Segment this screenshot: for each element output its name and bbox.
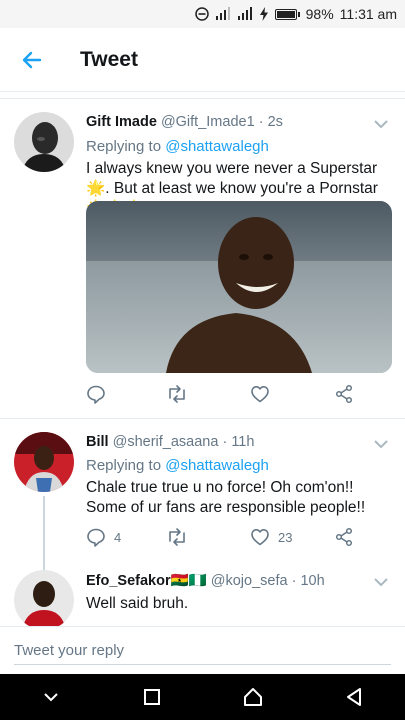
replying-to: Replying to @shattawalegh — [86, 138, 269, 155]
retweet-button[interactable] — [166, 384, 196, 404]
signal-3g-icon — [237, 7, 253, 21]
page-title: Tweet — [80, 47, 138, 71]
tweet-media-photo[interactable] — [86, 201, 392, 373]
arrow-left-icon — [22, 51, 42, 68]
tweet-actions — [86, 384, 366, 408]
like-count: 23 — [278, 529, 293, 545]
retweet-button[interactable] — [166, 527, 196, 547]
separator-dot: · — [222, 434, 228, 450]
battery-icon — [274, 8, 300, 20]
reply-icon — [87, 385, 105, 404]
battery-percent: 98% — [305, 6, 334, 22]
separator-dot: · — [258, 114, 264, 130]
nav-home-button[interactable] — [223, 674, 283, 720]
reply-button[interactable]: 4 — [86, 527, 121, 547]
tweet-actions: 4 23 — [86, 527, 366, 551]
avatar[interactable] — [14, 112, 74, 172]
nav-back-button[interactable] — [324, 674, 384, 720]
retweet-icon — [169, 385, 185, 403]
tweet-menu-button[interactable] — [371, 434, 391, 454]
avatar[interactable] — [14, 570, 74, 626]
share-button[interactable] — [334, 527, 354, 547]
share-icon — [335, 527, 353, 547]
recents-square-icon — [143, 689, 160, 705]
tweet-header: Bill @sherif_asaana · 11h — [86, 434, 254, 450]
tweet-header: Efo_Sefakor🇬🇭🇳🇬 @kojo_sefa · 10h — [86, 572, 325, 589]
replying-to: Replying to @shattawalegh — [86, 457, 269, 474]
tweet-gift-imade[interactable]: Gift Imade @Gift_Imade1 · 2s Replying to… — [0, 106, 405, 406]
heart-icon — [251, 386, 269, 403]
tweet-efo-sefakor[interactable]: Efo_Sefakor🇬🇭🇳🇬 @kojo_sefa · 10h Well sa… — [0, 564, 405, 626]
chevron-down-icon — [374, 440, 388, 449]
reply-count: 4 — [114, 529, 122, 545]
tweet-text: Chale true true u no force! Oh com'on!! … — [86, 479, 366, 516]
reply-composer — [0, 626, 405, 674]
mention-link[interactable]: @shattawalegh — [165, 457, 269, 474]
share-button[interactable] — [334, 384, 354, 404]
replying-label: Replying to — [86, 457, 162, 474]
tweet-feed[interactable]: Gift Imade @Gift_Imade1 · 2s Replying to… — [0, 92, 405, 626]
app-header: Tweet — [0, 28, 405, 92]
tweet-header: Gift Imade @Gift_Imade1 · 2s — [86, 114, 283, 130]
reply-button[interactable] — [86, 384, 114, 404]
user-handle[interactable]: @Gift_Imade1 — [161, 114, 255, 130]
user-handle[interactable]: @sherif_asaana — [113, 434, 219, 450]
chevron-down-icon — [43, 693, 58, 702]
mention-link[interactable]: @shattawalegh — [165, 138, 269, 155]
display-name[interactable]: Gift Imade — [86, 114, 157, 130]
avatar[interactable] — [14, 432, 74, 492]
system-nav-bar — [0, 674, 405, 720]
tweet-bill[interactable]: Bill @sherif_asaana · 11h Replying to @s… — [0, 426, 405, 592]
nav-recents-button[interactable] — [122, 674, 182, 720]
nav-collapse-button[interactable] — [21, 674, 81, 720]
chevron-down-icon — [374, 120, 388, 129]
status-time: 11:31 am — [339, 6, 397, 22]
divider — [0, 418, 405, 419]
charging-bolt-icon — [259, 7, 269, 21]
tweet-time[interactable]: 2s — [268, 114, 283, 130]
minus-circle-icon — [194, 7, 209, 21]
divider — [0, 98, 405, 99]
reply-icon — [87, 528, 105, 547]
replying-label: Replying to — [86, 138, 162, 155]
tweet-time[interactable]: 10h — [300, 573, 324, 589]
like-button[interactable]: 23 — [250, 527, 292, 547]
tweet-text: Well said bruh. — [86, 595, 189, 612]
display-name[interactable]: Efo_Sefakor🇬🇭🇳🇬 — [86, 573, 207, 589]
share-icon — [335, 384, 353, 404]
reply-input[interactable] — [14, 637, 391, 665]
tweet-menu-button[interactable] — [371, 114, 391, 134]
user-handle[interactable]: @kojo_sefa — [211, 573, 288, 589]
display-name[interactable]: Bill — [86, 434, 109, 450]
retweet-icon — [169, 528, 185, 546]
heart-icon — [251, 529, 269, 546]
separator-dot: · — [291, 573, 297, 589]
status-bar: 98% 11:31 am — [0, 0, 405, 28]
back-triangle-icon — [347, 688, 362, 706]
home-circle-icon — [244, 688, 263, 706]
tweet-menu-button[interactable] — [371, 572, 391, 592]
signal-icon — [215, 7, 231, 21]
back-button[interactable] — [0, 28, 64, 92]
chevron-down-icon — [374, 578, 388, 587]
tweet-time[interactable]: 11h — [231, 434, 254, 450]
like-button[interactable] — [250, 384, 278, 404]
